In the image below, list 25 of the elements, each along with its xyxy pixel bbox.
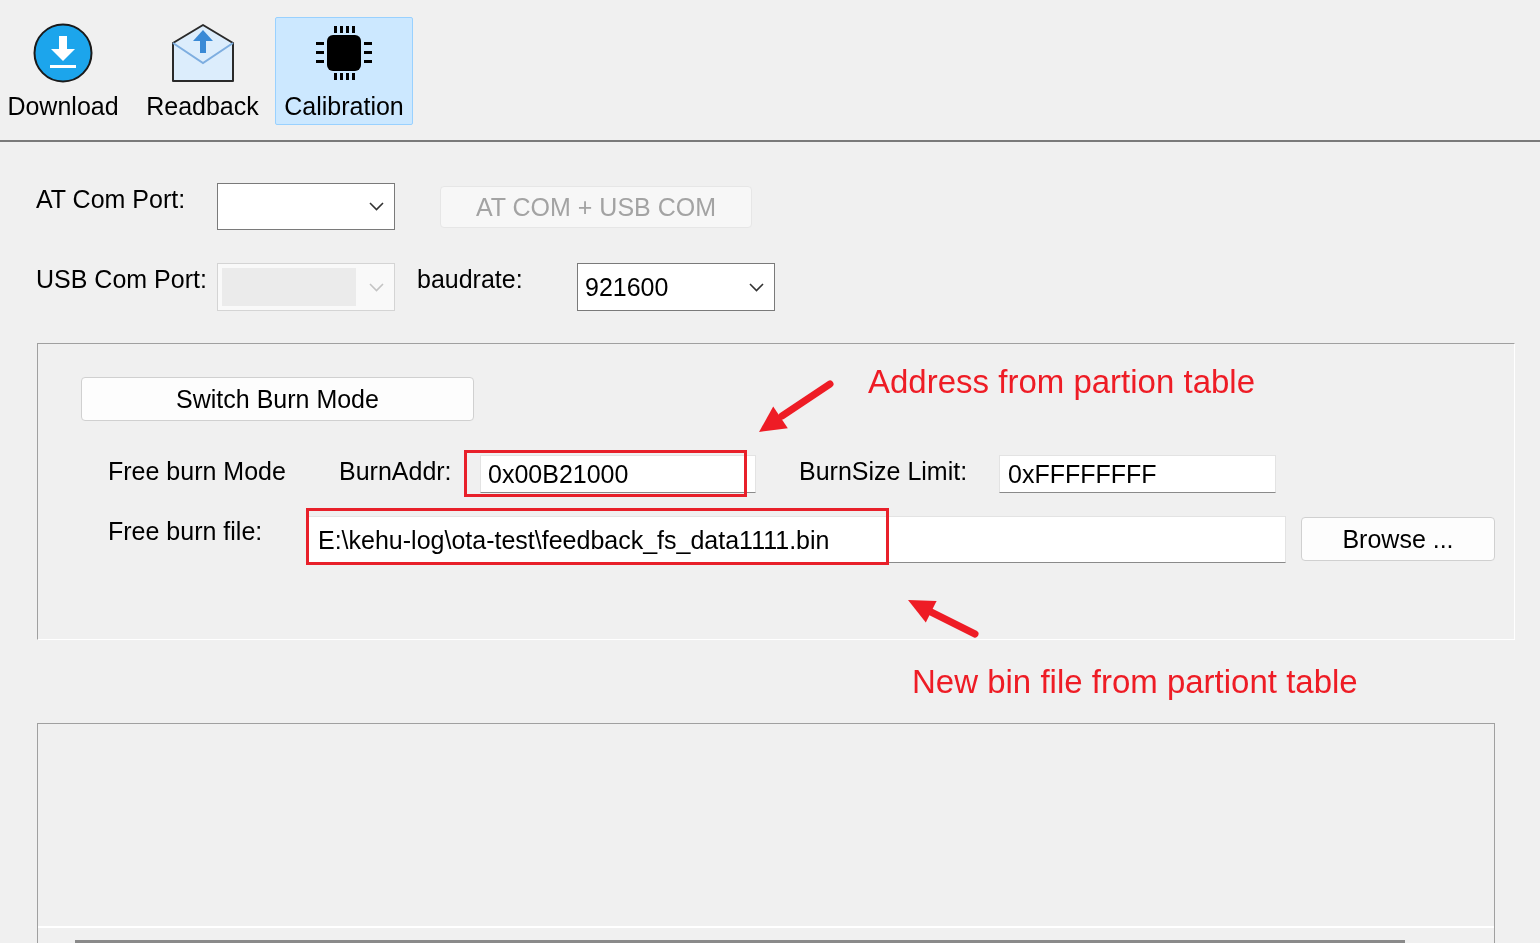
download-icon [33, 23, 93, 83]
text-field[interactable]: E:\kehu-log\ota-test\feedback_fs_data1111.bin [307, 516, 1286, 563]
chevron-down-icon [369, 202, 384, 211]
browse-button[interactable]: Browse ... [1301, 517, 1495, 561]
field-label: BurnAddr: [339, 456, 452, 486]
field-label: BurnSize Limit: [799, 456, 968, 486]
chevron-down-icon [369, 282, 384, 292]
toolbar-button[interactable]: Readback [140, 17, 265, 125]
field-label: Free burn file: [108, 516, 263, 546]
switch-burn-mode-button[interactable]: Switch Burn Mode [81, 377, 474, 421]
field-label: USB Com Port: [36, 264, 207, 294]
field-label: baudrate: [417, 264, 523, 294]
chip-icon [315, 25, 373, 81]
toolbar-button[interactable]: Download [3, 17, 123, 125]
com-port-dropdown[interactable] [217, 183, 395, 230]
chevron-down-icon [749, 282, 764, 292]
toolbar-button[interactable]: Calibration [275, 17, 413, 125]
text-field[interactable]: 0xFFFFFFFF [999, 455, 1276, 493]
text-field[interactable]: 0x00B21000 [480, 455, 756, 493]
annotation-text: New bin file from partiont table [912, 663, 1358, 700]
field-label: AT Com Port: [36, 184, 186, 214]
annotation-text: Address from partion table [868, 362, 1256, 402]
baudrate-dropdown[interactable]: 921600 [577, 263, 775, 311]
envelope-upload-icon [170, 23, 235, 83]
field-label: Free burn Mode [108, 456, 286, 486]
